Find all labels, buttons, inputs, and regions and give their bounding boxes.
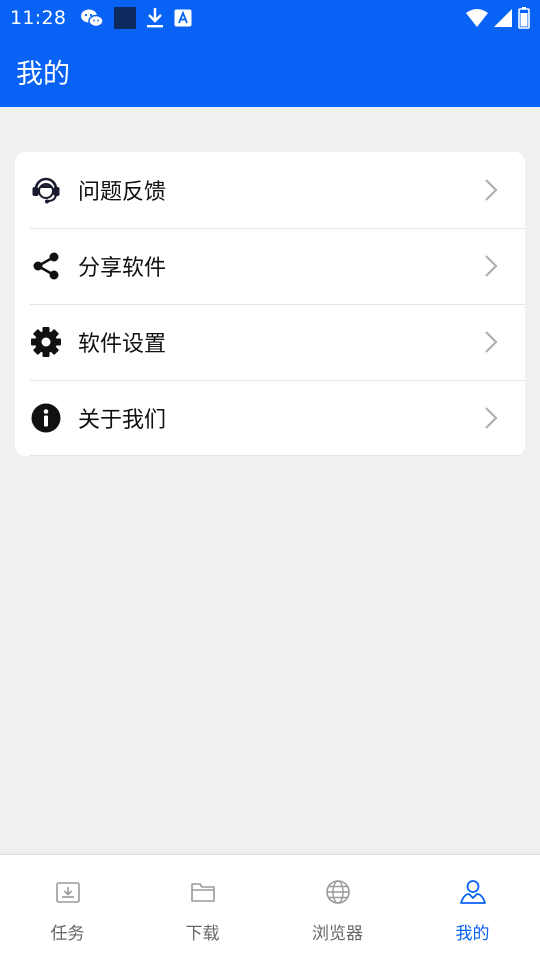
menu-item-label: 关于我们 xyxy=(78,408,167,433)
menu-item-settings[interactable]: 软件设置 xyxy=(15,304,525,380)
chevron-right-icon xyxy=(485,179,498,201)
bottom-nav: 任务 下载 浏览器 我的 xyxy=(0,854,540,960)
menu-item-label: 分享软件 xyxy=(78,256,167,281)
page-title: 我的 xyxy=(16,59,70,90)
person-icon xyxy=(458,877,488,907)
status-bar: 11:28 xyxy=(0,0,540,36)
chevron-right-icon xyxy=(485,255,498,277)
info-icon xyxy=(30,402,62,434)
nav-item-profile[interactable]: 我的 xyxy=(405,855,540,960)
nav-item-downloads[interactable]: 下载 xyxy=(135,855,270,960)
menu-item-feedback[interactable]: 问题反馈 xyxy=(15,152,525,228)
folder-icon xyxy=(188,877,218,907)
status-time: 11:28 xyxy=(10,7,67,29)
notification-icons xyxy=(80,7,192,29)
nav-item-tasks[interactable]: 任务 xyxy=(0,855,135,960)
nav-label: 浏览器 xyxy=(312,924,363,944)
chevron-right-icon xyxy=(485,331,498,353)
menu-item-about[interactable]: 关于我们 xyxy=(15,380,525,456)
menu-item-label: 软件设置 xyxy=(78,332,167,357)
battery-icon xyxy=(518,7,530,29)
font-a-icon xyxy=(174,9,192,27)
app-bar: 我的 xyxy=(0,36,540,107)
tray-download-icon xyxy=(53,877,83,907)
menu-item-label: 问题反馈 xyxy=(78,180,167,205)
menu-item-share[interactable]: 分享软件 xyxy=(15,228,525,304)
nav-label: 我的 xyxy=(455,924,490,944)
wechat-icon xyxy=(80,7,105,29)
headset-icon xyxy=(30,174,62,206)
gear-icon xyxy=(30,326,62,358)
wifi-icon xyxy=(466,9,488,27)
download-icon xyxy=(146,7,164,29)
nav-label: 下载 xyxy=(185,924,220,944)
globe-icon xyxy=(323,877,353,907)
chevron-right-icon xyxy=(485,407,498,429)
menu-card: 问题反馈 分享软件 软件设置 关于我们 xyxy=(15,152,525,456)
signal-icon xyxy=(494,9,512,27)
app-square-icon xyxy=(114,7,137,29)
nav-label: 任务 xyxy=(50,924,85,944)
share-icon xyxy=(30,250,62,282)
nav-item-browser[interactable]: 浏览器 xyxy=(270,855,405,960)
system-icons xyxy=(466,7,530,29)
